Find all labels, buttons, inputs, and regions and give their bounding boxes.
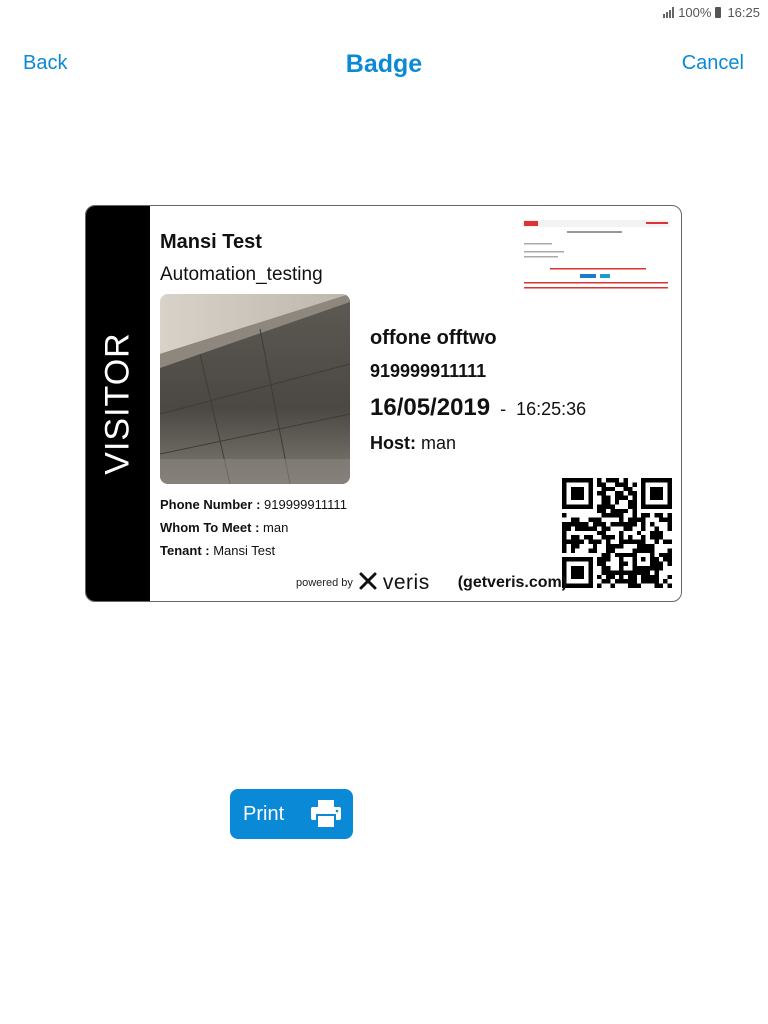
host-value: man [421, 433, 457, 453]
detail-value: Mansi Test [213, 543, 276, 558]
detail-row: Phone Number : 919999911111 [160, 493, 347, 516]
visit-date: 16/05/2019 [370, 394, 491, 421]
detail-row: Whom To Meet : man [160, 516, 347, 539]
visit-time: 16:25:36 [516, 399, 587, 419]
visitor-name: Mansi Test [160, 231, 262, 253]
powered-by: powered by veris (getveris.com) [296, 571, 567, 595]
veris-logo-icon [359, 572, 377, 595]
host-person-name: offone offtwo [370, 327, 497, 349]
status-bar: 100% 16:25 [0, 0, 768, 24]
detail-label: Whom To Meet : [160, 520, 260, 535]
cancel-button[interactable]: Cancel [682, 52, 744, 75]
qr-code [562, 478, 672, 588]
page-title: Badge [345, 50, 423, 78]
brand-name: veris [382, 571, 430, 594]
detail-value: 919999911111 [264, 497, 347, 512]
badge-side-band: VISITOR [86, 206, 150, 601]
visit-datetime: 16/05/2019 - 16:25:36 [370, 394, 586, 422]
battery-icon [715, 6, 722, 18]
detail-value: man [263, 520, 289, 535]
visitor-badge: VISITOR Mansi Test Automation_testing of… [85, 205, 682, 602]
visitor-details: Phone Number : 919999911111 Whom To Meet… [160, 493, 347, 562]
battery-percent: 100% [678, 4, 712, 20]
date-separator: - [500, 399, 507, 419]
powered-by-label: powered by [296, 577, 353, 589]
print-button-label: Print [243, 802, 285, 825]
print-button[interactable]: Print [230, 789, 353, 839]
host-phone: 919999911111 [370, 361, 487, 381]
host-row: Host: man [370, 433, 456, 454]
document-thumbnail [522, 220, 670, 292]
brand-domain: (getveris.com) [457, 574, 568, 591]
detail-label: Tenant : [160, 543, 210, 558]
signal-icon [663, 6, 675, 18]
detail-row: Tenant : Mansi Test [160, 539, 347, 562]
host-label: Host: [370, 433, 416, 453]
header: Back Badge Cancel [0, 44, 768, 88]
detail-label: Phone Number : [160, 497, 261, 512]
visitor-photo [160, 294, 350, 484]
printer-icon [310, 800, 342, 829]
badge-type-label: VISITOR [98, 332, 137, 475]
visitor-company: Automation_testing [160, 264, 323, 285]
clock: 16:25 [727, 4, 760, 20]
